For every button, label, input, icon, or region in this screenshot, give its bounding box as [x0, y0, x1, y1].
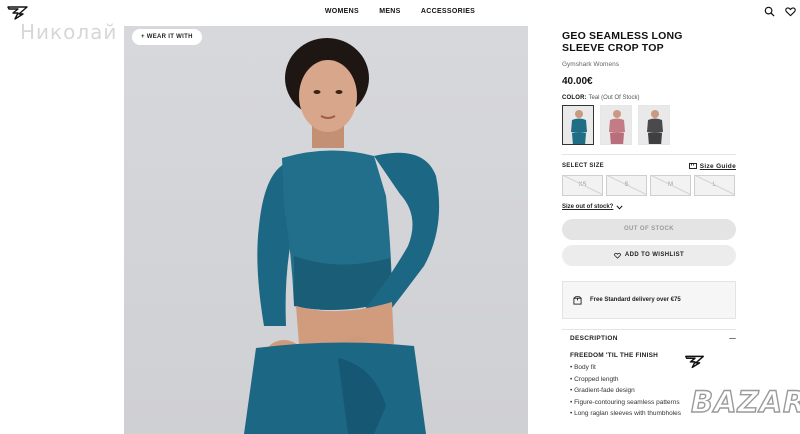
size-option-l[interactable]: L [694, 175, 735, 196]
product-title-line-1: GEO SEAMLESS LONG [562, 30, 683, 42]
swatch-teal-thumbnail-icon [563, 106, 593, 144]
swatch-charcoal[interactable] [638, 105, 670, 145]
swatch-pink-thumbnail-icon [601, 106, 631, 144]
swatch-teal[interactable] [562, 105, 594, 145]
size-guide-label: Size Guide [699, 162, 736, 170]
delivery-text: Free Standard delivery over €75 [590, 297, 681, 303]
search-icon[interactable] [764, 6, 775, 17]
add-to-wishlist-label: ADD TO WISHLIST [624, 252, 685, 258]
size-options: XS S M L [562, 175, 736, 196]
add-to-wishlist-button[interactable]: ADD TO WISHLIST [562, 245, 736, 266]
color-row: COLOR: Teal (Out Of Stock) [562, 95, 736, 101]
list-item: • Cropped length [570, 375, 619, 383]
size-header: SELECT SIZE Size Guide [562, 162, 736, 170]
nav-mens[interactable]: MENS [379, 8, 400, 15]
delivery-info: Free Standard delivery over €75 [562, 281, 736, 319]
model-photo [244, 38, 440, 434]
ruler-icon [688, 163, 697, 169]
top-navigation: WOMENS MENS ACCESSORIES [0, 0, 800, 26]
color-value: Teal (Out Of Stock) [588, 95, 640, 101]
size-option-m[interactable]: M [650, 175, 691, 196]
swatch-charcoal-thumbnail-icon [639, 106, 669, 144]
wear-it-with-button[interactable]: + WEAR IT WITH [132, 29, 202, 45]
brand-watermark-logo-icon [685, 355, 704, 369]
size-out-of-stock-label: Size out of stock? [562, 204, 614, 210]
product-brand[interactable]: Gymshark Womens [562, 61, 736, 68]
out-of-stock-button[interactable]: OUT OF STOCK [562, 219, 736, 240]
chevron-down-icon [616, 204, 623, 210]
size-out-of-stock-link[interactable]: Size out of stock? [562, 204, 736, 210]
size-option-s[interactable]: S [606, 175, 647, 196]
nav-womens[interactable]: WOMENS [325, 8, 359, 15]
list-item: • Body fit [570, 364, 596, 371]
select-size-label: SELECT SIZE [562, 163, 604, 169]
heart-icon [613, 252, 621, 259]
seller-watermark-text: Николай [20, 20, 118, 44]
section-divider [562, 154, 736, 155]
product-title: GEO SEAMLESS LONG SLEEVE CROP TOP [562, 30, 692, 54]
product-details-panel: GEO SEAMLESS LONG SLEEVE CROP TOP Gymsha… [562, 30, 736, 420]
product-price: 40.00€ [562, 76, 593, 87]
size-guide-link[interactable]: Size Guide [688, 162, 736, 170]
color-swatches [562, 105, 736, 145]
main-nav: WOMENS MENS ACCESSORIES [0, 8, 800, 15]
delivery-box-icon [573, 295, 582, 305]
product-title-line-2: SLEEVE CROP TOP [562, 42, 664, 54]
description-title: DESCRIPTION [570, 335, 618, 342]
size-option-xs[interactable]: XS [562, 175, 603, 196]
swatch-pink[interactable] [600, 105, 632, 145]
header-actions [764, 6, 796, 17]
description-subtitle: FREEDOM 'TIL THE FINISH [570, 352, 658, 359]
bazar-watermark: BAZAR [690, 384, 800, 419]
wishlist-heart-icon[interactable] [785, 6, 796, 17]
product-image[interactable]: + WEAR IT WITH [124, 26, 528, 434]
collapse-icon[interactable]: — [729, 335, 736, 342]
description-header[interactable]: DESCRIPTION — [570, 335, 736, 342]
color-label: COLOR: [562, 95, 587, 101]
nav-accessories[interactable]: ACCESSORIES [421, 8, 475, 15]
wear-it-with-label: WEAR IT WITH [146, 34, 193, 40]
